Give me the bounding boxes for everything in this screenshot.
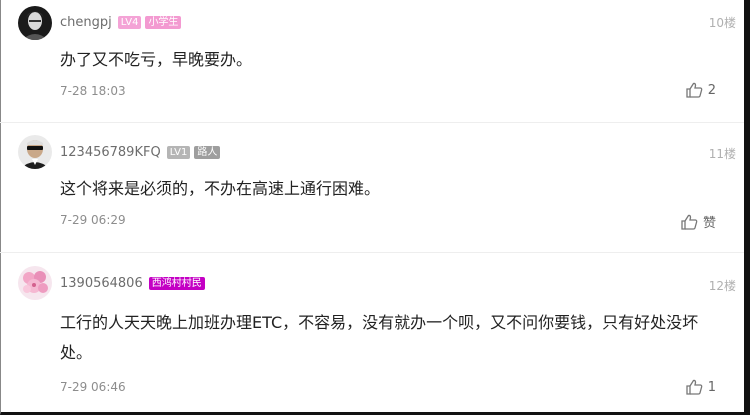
like-count: 1 (707, 379, 716, 395)
comment-item: chengpj LV4 小学生 10楼 办了又不吃亏，早晚要办。 7-28 18… (0, 0, 744, 123)
comment-item: 123456789KFQ LV1 路人 11楼 这个将来是必须的，不办在高速上通… (0, 123, 744, 253)
floor-number: 11楼 (708, 147, 736, 161)
comment-text: 办了又不吃亏，早晚要办。 (60, 50, 253, 69)
user-info: 123456789KFQ LV1 路人 (60, 143, 221, 161)
user-info: 1390564806 西鸿村村民 (60, 274, 205, 292)
title-badge: 路人 (194, 145, 221, 159)
comment-text: 工行的人天天晚上加班办理ETC，不容易，没有就办一个呗，又不问你要钱，只有好处没… (60, 313, 699, 362)
username[interactable]: 123456789KFQ (60, 145, 161, 160)
floor-number: 12楼 (708, 279, 736, 293)
title-badge: 小学生 (145, 15, 182, 29)
thumbs-up-icon (686, 82, 703, 98)
title-badge: 西鸿村村民 (148, 276, 205, 290)
comment-text: 这个将来是必须的，不办在高速上通行困难。 (60, 179, 381, 198)
like-count: 2 (707, 82, 716, 98)
user-info: chengpj LV4 小学生 (60, 13, 182, 31)
thumbs-up-icon (686, 379, 703, 395)
like-button[interactable]: 赞 (681, 212, 716, 231)
avatar[interactable] (18, 6, 52, 40)
like-button[interactable]: 1 (686, 379, 716, 395)
comment-date: 7-29 06:46 (60, 380, 126, 394)
like-button[interactable]: 2 (686, 82, 716, 98)
thumbs-up-icon (681, 214, 698, 230)
comment-item: 1390564806 西鸿村村民 12楼 工行的人天天晚上加班办理ETC，不容易… (0, 253, 744, 411)
comment-date: 7-28 18:03 (60, 84, 126, 98)
avatar[interactable] (18, 135, 52, 169)
level-badge: LV4 (117, 15, 142, 29)
like-count: 赞 (702, 216, 716, 231)
floor-number: 10楼 (708, 16, 736, 30)
avatar[interactable] (18, 266, 52, 300)
username[interactable]: chengpj (60, 15, 112, 30)
comment-date: 7-29 06:29 (60, 213, 126, 227)
username[interactable]: 1390564806 (60, 276, 143, 291)
level-badge: LV1 (166, 145, 191, 159)
